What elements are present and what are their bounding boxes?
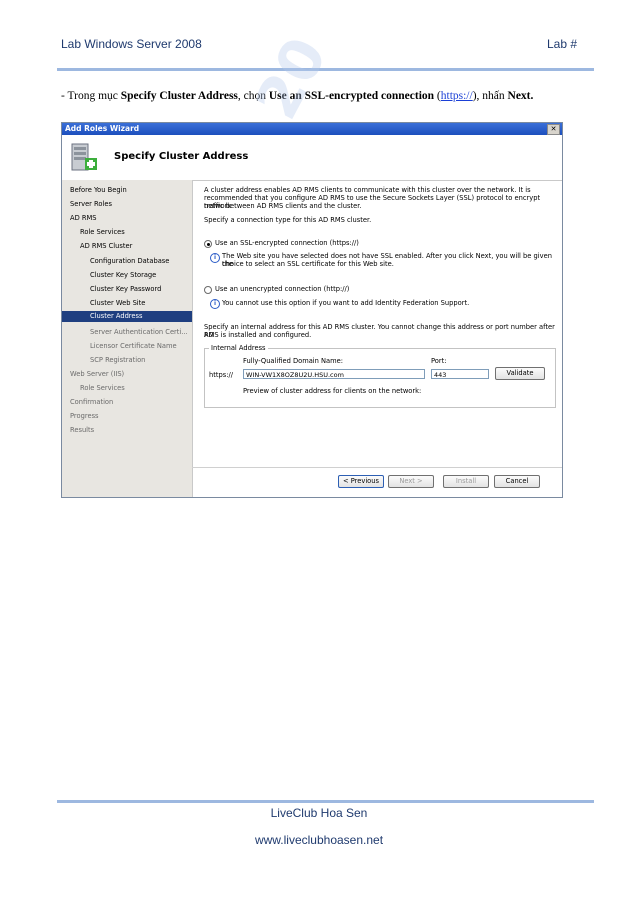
nav-before-you-begin[interactable]: Before You Begin — [70, 186, 127, 194]
ssl-option-label[interactable]: Use an SSL-encrypted connection (https:/… — [215, 239, 359, 247]
nav-progress: Progress — [70, 412, 99, 420]
nav-server-roles[interactable]: Server Roles — [70, 200, 112, 208]
instruction-bold-next: Next. — [507, 90, 534, 102]
nav-cluster-key-password[interactable]: Cluster Key Password — [90, 285, 161, 293]
intro-line-1: A cluster address enables AD RMS clients… — [204, 186, 531, 194]
internal-address-group: Internal Address Fully-Qualified Domain … — [204, 344, 556, 408]
footer-website: www.liveclubhoasen.net — [254, 833, 384, 847]
nav-ad-rms-cluster[interactable]: AD RMS Cluster — [80, 242, 132, 250]
instruction-prefix: - Trong mục — [61, 90, 121, 102]
wizard-banner: Specify Cluster Address — [62, 135, 562, 181]
intro-line-3: traffic between AD RMS clients and the c… — [204, 202, 362, 210]
header-title: Lab Windows Server 2008 — [61, 37, 202, 51]
instruction-bold-cluster-address: Specify Cluster Address — [120, 90, 238, 102]
nav-scp-registration: SCP Registration — [90, 356, 146, 364]
close-icon[interactable]: ✕ — [547, 124, 560, 135]
ssl-radio[interactable] — [204, 240, 212, 248]
nav-ad-rms[interactable]: AD RMS — [70, 214, 97, 222]
connection-type-prompt: Specify a connection type for this AD RM… — [204, 216, 372, 224]
page-heading: Specify Cluster Address — [114, 151, 249, 162]
port-input[interactable]: 443 — [431, 369, 489, 379]
cancel-button[interactable]: Cancel — [494, 475, 540, 488]
unencrypted-radio[interactable] — [204, 286, 212, 294]
fqdn-input[interactable]: WIN-VW1X8OZ8U2U.HSU.com — [243, 369, 425, 379]
unencrypted-option-label[interactable]: Use an unencrypted connection (http://) — [215, 285, 349, 293]
nav-web-server-iis: Web Server (IIS) — [70, 370, 125, 378]
wizard-nav: Before You Begin Server Roles AD RMS Rol… — [62, 180, 193, 497]
next-button[interactable]: Next > — [388, 475, 434, 488]
button-bar-divider — [192, 467, 562, 468]
internal-address-group-label: Internal Address — [209, 344, 268, 352]
info-icon: i — [210, 253, 220, 263]
nav-configuration-database[interactable]: Configuration Database — [90, 257, 169, 265]
previous-button[interactable]: < Previous — [338, 475, 384, 488]
dialog-title: Add Roles Wizard — [65, 124, 140, 133]
nav-cluster-key-storage[interactable]: Cluster Key Storage — [90, 271, 156, 279]
nav-server-authentication-certificate: Server Authentication Certi... — [90, 328, 188, 336]
server-role-icon — [71, 143, 97, 171]
nav-cluster-web-site[interactable]: Cluster Web Site — [90, 299, 145, 307]
wizard-content: A cluster address enables AD RMS clients… — [196, 180, 562, 467]
nav-cluster-address[interactable]: Cluster Address — [62, 311, 192, 322]
instruction-https-link[interactable]: https:// — [441, 90, 473, 102]
port-label: Port: — [431, 357, 447, 365]
nav-confirmation: Confirmation — [70, 398, 114, 406]
fqdn-label: Fully-Qualified Domain Name: — [243, 357, 344, 365]
dialog-titlebar: Add Roles Wizard ✕ — [62, 123, 562, 135]
info-icon: i — [210, 299, 220, 309]
header-lab-number: Lab # — [546, 37, 577, 51]
preview-label: Preview of cluster address for clients o… — [243, 387, 422, 395]
internal-address-text-2: RMS is installed and configured. — [204, 331, 312, 339]
ssl-info-line-2: choice to select an SSL certificate for … — [222, 260, 394, 268]
unencrypted-info: You cannot use this option if you want t… — [222, 299, 470, 307]
footer-divider — [57, 800, 594, 803]
protocol-label: https:// — [209, 371, 233, 379]
install-button[interactable]: Install — [443, 475, 489, 488]
nav-licensor-certificate-name: Licensor Certificate Name — [90, 342, 177, 350]
validate-button[interactable]: Validate — [495, 367, 545, 380]
footer-club-name: LiveClub Hoa Sen — [270, 806, 368, 820]
instruction-paren: ( — [434, 90, 441, 102]
nav-iis-role-services: Role Services — [80, 384, 125, 392]
instruction-close: ), nhấn — [472, 90, 508, 102]
add-roles-wizard-dialog: Add Roles Wizard ✕ Specify Cluster Addre… — [61, 122, 563, 498]
nav-role-services[interactable]: Role Services — [80, 228, 125, 236]
nav-results: Results — [70, 426, 95, 434]
